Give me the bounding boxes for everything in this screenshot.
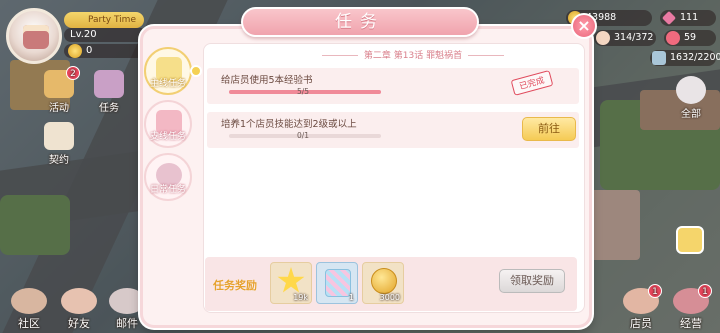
gem-value: 111 (680, 12, 699, 23)
coin-icon (68, 44, 82, 58)
capacity-counter: 1632/2200 (650, 50, 720, 66)
tab-label: 主线任务 (149, 79, 186, 89)
lightbulb-icon[interactable] (676, 226, 704, 254)
notification-badge: 1 (648, 284, 662, 298)
diamond-icon (661, 10, 677, 26)
staff-button[interactable]: 店员 1 (618, 284, 664, 331)
staff-label: 店员 (630, 317, 652, 330)
tab-main-quest[interactable]: 主线任务 (144, 47, 192, 95)
face-icon (596, 31, 610, 45)
dialog-title: 任务 (241, 7, 479, 37)
progress-text: 5/5 (297, 87, 310, 96)
capacity-value: 1632/2200 (670, 52, 720, 63)
claim-reward-button[interactable]: 领取奖励 (499, 269, 565, 293)
business-label: 经营 (680, 317, 702, 330)
tab-label: 支线任务 (149, 132, 186, 142)
reward-item[interactable]: 1 (316, 262, 358, 304)
menu-icon (676, 76, 706, 104)
reward-item[interactable]: 3000 (362, 262, 404, 304)
selected-tab-indicator (190, 65, 202, 77)
heart-counter: 59 (664, 30, 716, 46)
community-button[interactable]: 社区 (6, 288, 52, 331)
tab-daily-quest[interactable]: 日常任务 (144, 153, 192, 201)
gem-counter[interactable]: 111 (660, 10, 716, 26)
go-button[interactable]: 前往 (522, 117, 576, 141)
mail-label: 邮件 (116, 317, 138, 330)
staff-value: 314/372 (614, 32, 654, 43)
gift-box-icon (325, 269, 351, 297)
star-icon (277, 267, 305, 293)
reward-label: 任务奖励 (213, 279, 257, 292)
friends-label: 好友 (68, 317, 90, 330)
player-avatar[interactable] (6, 8, 62, 64)
cake-icon (23, 25, 49, 49)
community-icon (11, 288, 47, 314)
activity-label: 活动 (49, 103, 69, 114)
all-button[interactable]: 全部 (676, 76, 706, 120)
contract-button[interactable]: 契约 (44, 122, 74, 166)
gold-value: 0 (86, 45, 93, 56)
heart-value: 59 (684, 32, 697, 43)
tab-label: 日常任务 (149, 185, 186, 195)
task-icon (94, 70, 124, 98)
staff-counter: 314/372 (594, 30, 656, 46)
business-button[interactable]: 经营 1 (668, 284, 714, 331)
friends-button[interactable]: 好友 (56, 288, 102, 331)
event-banner[interactable]: Party Time (64, 12, 144, 28)
all-label: 全部 (681, 109, 701, 120)
coin-icon (371, 268, 397, 294)
activity-button[interactable]: 活动 2 (44, 66, 80, 114)
tab-side-quest[interactable]: 支线任务 (144, 100, 192, 148)
task-button[interactable]: 任务 (94, 70, 124, 114)
close-button[interactable]: × (571, 13, 597, 39)
reward-item[interactable]: 19k (270, 262, 312, 304)
notification-badge: 1 (698, 284, 712, 298)
reward-qty: 19k (293, 293, 308, 302)
community-label: 社区 (18, 317, 40, 330)
task-tabs: 主线任务 支线任务 日常任务 (143, 47, 197, 206)
reward-qty: 3000 (379, 293, 400, 302)
task-name: 培养1个店员技能达到2级或以上 (221, 119, 357, 130)
scroll-icon (44, 122, 74, 150)
task-label: 任务 (99, 103, 119, 114)
contract-label: 契约 (49, 155, 69, 166)
heart-icon (666, 31, 680, 45)
chapter-title: 第二章 第13话 罪魁祸首 (288, 48, 538, 61)
notification-badge: 2 (66, 66, 80, 80)
reward-qty: 1 (348, 293, 354, 302)
progress-text: 0/1 (297, 131, 310, 140)
task-name: 给店员使用5本经验书 (221, 75, 313, 86)
friends-icon (61, 288, 97, 314)
storage-icon (652, 51, 666, 65)
